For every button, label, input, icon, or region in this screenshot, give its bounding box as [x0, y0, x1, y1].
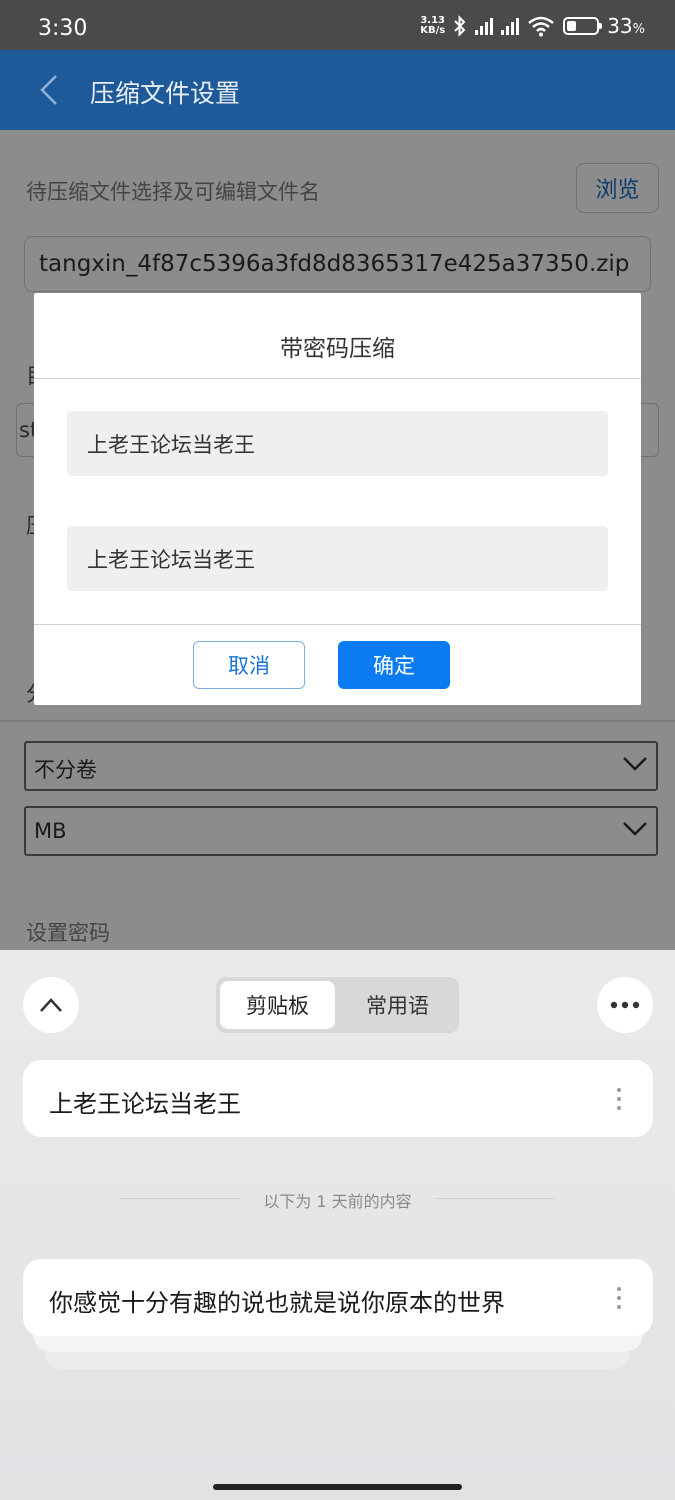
- clip-item[interactable]: 上老王论坛当老王: [23, 1060, 653, 1137]
- kebab-menu-icon[interactable]: [617, 1287, 621, 1309]
- kebab-menu-icon[interactable]: [617, 1088, 621, 1110]
- clip-item-text: 上老王论坛当老王: [49, 1090, 241, 1118]
- unit-select[interactable]: MB: [24, 806, 658, 856]
- back-arrow-icon[interactable]: [38, 74, 60, 106]
- unit-select-value: MB: [34, 819, 67, 843]
- file-name-input[interactable]: tangxin_4f87c5396a3fd8d8365317e425a37350…: [24, 236, 651, 292]
- clipboard-tabs: 剪贴板 常用语: [216, 977, 459, 1033]
- browse-button[interactable]: 浏览: [576, 163, 659, 213]
- history-separator: 以下为 1 天前的内容: [263, 1192, 412, 1211]
- signal-icon-2: [501, 17, 520, 35]
- dialog-title: 带密码压缩: [280, 336, 395, 362]
- battery-percent-value: 33: [607, 14, 633, 38]
- status-icons: 3.13 KB/s 33%: [420, 14, 645, 38]
- collapse-button[interactable]: [23, 977, 79, 1033]
- chevron-down-icon: [623, 822, 647, 836]
- status-time: 3:30: [38, 16, 88, 41]
- tab-phrases[interactable]: 常用语: [340, 981, 455, 1029]
- separator-line-right: [435, 1198, 555, 1199]
- ok-button[interactable]: 确定: [338, 641, 450, 689]
- page-title: 压缩文件设置: [90, 79, 241, 108]
- password-dialog: 带密码压缩 取消 确定: [34, 293, 641, 705]
- more-button[interactable]: [597, 977, 653, 1033]
- dialog-divider-bottom: [34, 624, 641, 625]
- password-input[interactable]: [67, 411, 608, 476]
- signal-icon-1: [475, 17, 494, 35]
- wifi-icon: [528, 16, 554, 37]
- app-bar: 压缩文件设置: [0, 50, 675, 130]
- more-dots-icon: [610, 1001, 640, 1009]
- battery-percent-sign: %: [632, 22, 645, 37]
- password-section-label: 设置密码: [26, 921, 110, 945]
- status-bar: 3:30 3.13 KB/s 33%: [0, 0, 675, 50]
- home-indicator[interactable]: [213, 1484, 462, 1490]
- file-select-label: 待压缩文件选择及可编辑文件名: [26, 180, 320, 204]
- chevron-up-icon: [40, 998, 62, 1012]
- section-divider: [0, 720, 675, 722]
- cancel-button[interactable]: 取消: [193, 641, 305, 689]
- confirm-password-input[interactable]: [67, 526, 608, 591]
- tab-clipboard[interactable]: 剪贴板: [220, 981, 335, 1029]
- network-speed: 3.13 KB/s: [420, 16, 445, 36]
- volume-select[interactable]: 不分卷: [24, 741, 658, 791]
- bluetooth-icon: [454, 15, 466, 37]
- network-speed-unit: KB/s: [420, 25, 446, 36]
- dialog-divider-top: [34, 378, 641, 379]
- battery-icon: [563, 17, 603, 35]
- battery-percent: 33%: [607, 14, 645, 38]
- clipboard-panel: 剪贴板 常用语 上老王论坛当老王 以下为 1 天前的内容 你感觉十分有趣的说也就…: [0, 950, 675, 1500]
- clip-item-text: 你感觉十分有趣的说也就是说你原本的世界: [49, 1289, 505, 1317]
- volume-select-value: 不分卷: [34, 758, 97, 782]
- clip-item[interactable]: 你感觉十分有趣的说也就是说你原本的世界: [23, 1259, 653, 1336]
- chevron-down-icon: [623, 757, 647, 771]
- battery-fill: [567, 21, 577, 31]
